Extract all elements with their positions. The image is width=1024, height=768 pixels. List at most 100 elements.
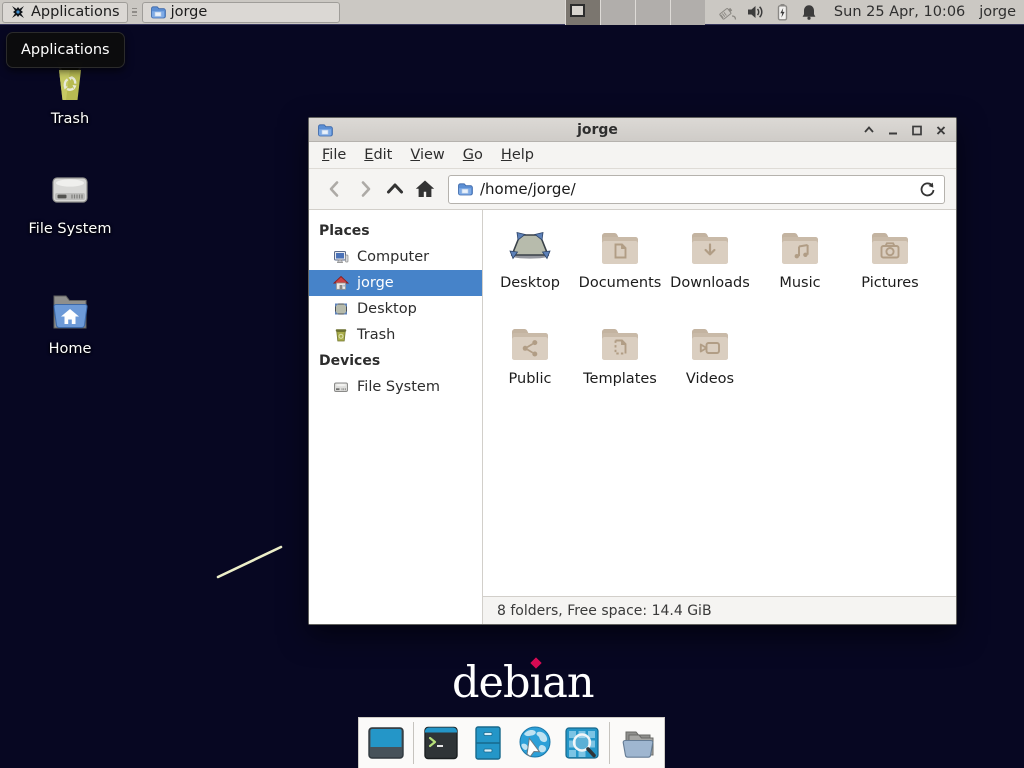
folder-item-public[interactable]: Public: [485, 320, 575, 416]
network-icon[interactable]: [717, 3, 737, 21]
window-folder-icon: [317, 122, 333, 138]
window-titlebar[interactable]: jorge: [309, 118, 956, 142]
logo-text: an: [542, 658, 593, 708]
workspace-3[interactable]: [635, 0, 670, 25]
dock-directory-menu-button[interactable]: [617, 723, 657, 763]
folder-item-templates[interactable]: Templates: [575, 320, 665, 416]
folder-item-music[interactable]: Music: [755, 224, 845, 320]
folder-item-downloads[interactable]: Downloads: [665, 224, 755, 320]
web-browser-globe-icon: [516, 725, 554, 761]
menu-view[interactable]: View: [401, 143, 453, 167]
sidebar-item-label: Trash: [357, 327, 395, 343]
desktop-icon-home[interactable]: Home: [25, 286, 115, 357]
forward-arrow-icon: [353, 177, 377, 201]
folder-item-videos[interactable]: Videos: [665, 320, 755, 416]
desktop-icon-file-system[interactable]: File System: [25, 166, 115, 237]
folder-item-pictures[interactable]: Pictures: [845, 224, 935, 320]
workspace-pager: [565, 0, 705, 25]
sidebar-item-label: Desktop: [357, 301, 417, 317]
taskbar-button-label: jorge: [171, 4, 208, 20]
workspace-4[interactable]: [670, 0, 705, 25]
dock-show-desktop-button[interactable]: [366, 723, 406, 763]
sidebar-item-desktop[interactable]: Desktop: [309, 296, 482, 322]
user-home-icon: [333, 275, 349, 291]
sidebar-item-label: Computer: [357, 249, 429, 265]
folder-item-label: Templates: [583, 371, 657, 387]
applications-menu-label: Applications: [31, 4, 120, 20]
reload-icon[interactable]: [919, 181, 936, 198]
desktop-trapezoid-icon: [506, 224, 554, 272]
dock-separator: [609, 722, 610, 764]
folder-item-label: Music: [779, 275, 820, 291]
public-folder-icon: [506, 320, 554, 368]
menu-go[interactable]: Go: [454, 143, 492, 167]
up-button[interactable]: [380, 174, 410, 204]
panel-clock[interactable]: Sun 25 Apr, 10:06: [834, 4, 965, 20]
music-folder-icon: [776, 224, 824, 272]
file-manager-window: jorge File Edit View Go Help: [308, 117, 957, 625]
dock-application-finder-button[interactable]: [562, 723, 602, 763]
folder-item-label: Videos: [686, 371, 734, 387]
sidebar-header-devices: Devices: [309, 348, 482, 374]
folder-icon: [150, 4, 166, 20]
statusbar-text: 8 folders, Free space: 14.4 GiB: [497, 603, 712, 619]
sidebar-item-file-system[interactable]: File System: [309, 374, 482, 400]
home-button[interactable]: [410, 174, 440, 204]
dock-web-browser-button[interactable]: [515, 723, 555, 763]
drive-icon: [333, 379, 349, 395]
desktop-place-icon: [333, 301, 349, 317]
downloads-folder-icon: [686, 224, 734, 272]
sidebar-header-places: Places: [309, 218, 482, 244]
templates-folder-icon: [596, 320, 644, 368]
workspace-2[interactable]: [600, 0, 635, 25]
toolbar: [309, 169, 956, 210]
file-cabinet-icon: [469, 725, 507, 761]
folder-item-desktop[interactable]: Desktop: [485, 224, 575, 320]
menu-file[interactable]: File: [313, 143, 355, 167]
up-arrow-icon: [383, 177, 407, 201]
trash-small-icon: [333, 327, 349, 343]
menu-edit[interactable]: Edit: [355, 143, 401, 167]
top-panel: Applications jorge: [0, 0, 1024, 25]
back-arrow-icon: [323, 177, 347, 201]
shade-button[interactable]: [862, 123, 876, 137]
application-finder-icon: [563, 725, 601, 761]
folder-icon-view[interactable]: Desktop Documents: [483, 210, 956, 596]
location-bar[interactable]: [448, 175, 945, 204]
xfce-logo-icon: [10, 4, 26, 20]
battery-icon[interactable]: [773, 3, 791, 21]
close-button[interactable]: [934, 123, 948, 137]
desktop-icon-label: Trash: [51, 111, 89, 127]
computer-icon: [333, 249, 349, 265]
back-button[interactable]: [320, 174, 350, 204]
dock-terminal-button[interactable]: [421, 723, 461, 763]
workspace-1[interactable]: [565, 0, 600, 25]
notifications-bell-icon[interactable]: [800, 3, 818, 21]
dock-separator: [413, 722, 414, 764]
forward-button[interactable]: [350, 174, 380, 204]
logo-letter-i: ı: [530, 658, 543, 708]
volume-icon[interactable]: [746, 3, 764, 21]
pictures-folder-icon: [866, 224, 914, 272]
sidebar: Places Computer: [309, 210, 483, 624]
folder-item-label: Documents: [579, 275, 662, 291]
minimize-button[interactable]: [886, 123, 900, 137]
folder-item-label: Public: [509, 371, 552, 387]
sidebar-item-jorge[interactable]: jorge: [309, 270, 482, 296]
panel-drag-handle[interactable]: [130, 2, 140, 23]
maximize-button[interactable]: [910, 123, 924, 137]
debian-logo: debıan: [452, 658, 594, 708]
window-title: jorge: [333, 122, 862, 138]
hard-drive-icon: [45, 166, 95, 214]
taskbar-button-jorge[interactable]: jorge: [142, 2, 340, 23]
sidebar-item-trash[interactable]: Trash: [309, 322, 482, 348]
dock-file-manager-button[interactable]: [468, 723, 508, 763]
user-session-menu[interactable]: jorge: [979, 4, 1016, 20]
path-input[interactable]: [480, 180, 912, 198]
sidebar-item-computer[interactable]: Computer: [309, 244, 482, 270]
home-icon: [413, 177, 437, 201]
folder-item-documents[interactable]: Documents: [575, 224, 665, 320]
applications-menu-button[interactable]: Applications: [2, 2, 128, 23]
menu-help[interactable]: Help: [492, 143, 543, 167]
system-tray: [717, 3, 818, 21]
